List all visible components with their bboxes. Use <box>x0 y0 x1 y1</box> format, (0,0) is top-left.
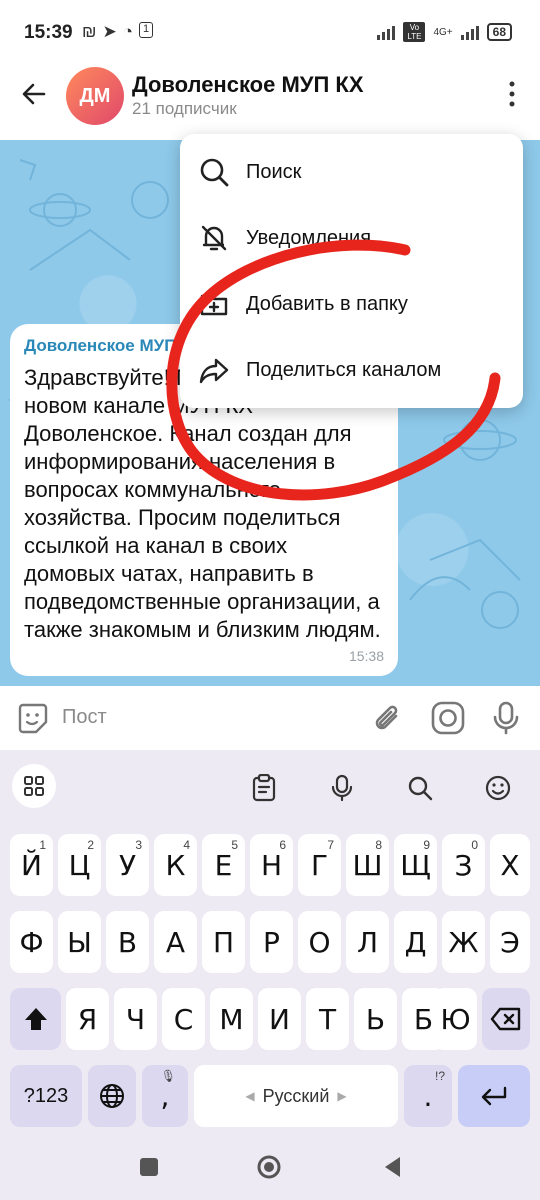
menu-item-label: Уведомления <box>246 226 372 249</box>
key[interactable]: О <box>298 911 341 973</box>
key[interactable]: Л <box>346 911 389 973</box>
key[interactable]: М <box>210 988 253 1050</box>
mic-hint-icon: 🎙 <box>160 1069 176 1083</box>
network-type: 4G+ <box>433 26 453 38</box>
key[interactable]: 0З <box>442 834 485 896</box>
home-circle-icon[interactable] <box>256 1154 282 1180</box>
nfc-icon: ₪ <box>82 22 97 41</box>
search-icon <box>200 158 229 187</box>
globe-icon <box>100 1084 124 1108</box>
recents-square-icon[interactable] <box>136 1154 162 1180</box>
key[interactable]: Р <box>250 911 293 973</box>
key[interactable]: 7Г <box>298 834 341 896</box>
menu-item-add-to-folder[interactable]: Добавить в папку <box>180 271 523 337</box>
shift-key[interactable] <box>10 988 61 1050</box>
chat-header: ДМ Доволенское МУП КХ 21 подписчик <box>0 62 540 140</box>
key[interactable]: Ы <box>58 911 101 973</box>
space-left-arrow-icon: ◀ <box>245 1089 255 1103</box>
key[interactable]: В <box>106 911 149 973</box>
channel-title[interactable]: Доволенское МУП КХ <box>132 72 364 98</box>
share-icon <box>199 358 229 384</box>
status-bar: 15:39 ₪ ➤ ◔ 1 Vo LTE 4G+ 68 <box>0 0 540 62</box>
message-input-bar: Пост <box>0 686 540 750</box>
volte-badge: Vo LTE <box>403 22 426 42</box>
telegram-icon: ➤ <box>102 22 117 41</box>
key[interactable]: 2Ц <box>58 834 101 896</box>
sticker-icon[interactable] <box>16 702 50 736</box>
signal-icon-2 <box>460 24 479 40</box>
notification-count-icon: 1 <box>138 22 154 38</box>
key[interactable]: 4К <box>154 834 197 896</box>
menu-item-notifications[interactable]: Уведомления <box>180 205 523 271</box>
enter-icon <box>481 1086 507 1106</box>
menu-item-label: Поиск <box>246 160 302 183</box>
status-notification-icons: ₪ ➤ ◔ 1 <box>82 22 154 42</box>
key[interactable]: Я <box>66 988 109 1050</box>
key[interactable]: Ю <box>434 988 477 1050</box>
key[interactable]: Э <box>490 911 530 973</box>
signal-icon <box>377 24 396 40</box>
keyboard-search-icon[interactable] <box>400 768 440 808</box>
space-right-arrow-icon: ▶ <box>337 1089 347 1103</box>
battery-icon: 68 <box>486 23 512 41</box>
keyboard: 1Й 2Ц 3У 4К 5Е 6Н 7Г 8Ш 9Щ 0З Х Ф Ы В А … <box>0 822 540 1134</box>
key[interactable]: П <box>202 911 245 973</box>
message-time: 15:38 <box>348 648 384 664</box>
key[interactable]: И <box>258 988 301 1050</box>
bell-off-icon <box>201 225 227 251</box>
camera-icon[interactable] <box>430 700 466 736</box>
period-key[interactable]: !? . <box>404 1065 452 1127</box>
space-key[interactable]: ◀ Русский ▶ <box>194 1065 398 1127</box>
key[interactable]: Т <box>306 988 349 1050</box>
back-triangle-icon[interactable] <box>380 1154 406 1180</box>
clipboard-icon[interactable] <box>244 768 284 808</box>
key[interactable]: 9Щ <box>394 834 437 896</box>
chat-icon: ◔ <box>122 22 133 41</box>
key[interactable]: 3У <box>106 834 149 896</box>
channel-menu: Поиск Уведомления Добавить в папку Подел… <box>180 134 523 408</box>
key[interactable]: Ь <box>354 988 397 1050</box>
voice-input-icon[interactable] <box>322 768 362 808</box>
back-arrow-icon[interactable] <box>20 80 48 108</box>
menu-item-label: Поделиться каналом <box>246 358 442 381</box>
status-time: 15:39 <box>24 22 73 43</box>
language-key[interactable] <box>88 1065 136 1127</box>
keyboard-toolbar <box>0 750 540 822</box>
attach-icon[interactable] <box>372 702 404 736</box>
emoji-icon[interactable] <box>478 768 518 808</box>
menu-item-search[interactable]: Поиск <box>180 139 523 205</box>
key[interactable]: А <box>154 911 197 973</box>
key[interactable]: Х <box>490 834 530 896</box>
backspace-key[interactable] <box>482 988 530 1050</box>
backspace-icon <box>490 1007 521 1031</box>
key[interactable]: Д <box>394 911 437 973</box>
key[interactable]: 5Е <box>202 834 245 896</box>
channel-avatar[interactable]: ДМ <box>66 67 124 125</box>
key[interactable]: 1Й <box>10 834 53 896</box>
system-nav-bar <box>0 1134 540 1200</box>
key[interactable]: Ф <box>10 911 53 973</box>
key[interactable]: Ж <box>442 911 485 973</box>
key[interactable]: 8Ш <box>346 834 389 896</box>
more-vertical-icon[interactable] <box>508 80 516 108</box>
channel-subscribers: 21 подписчик <box>132 99 237 118</box>
menu-item-label: Добавить в папку <box>246 292 408 315</box>
symbols-key[interactable]: ?123 <box>10 1065 82 1127</box>
comma-key[interactable]: 🎙 , <box>142 1065 188 1127</box>
apps-grid-icon[interactable] <box>12 764 56 808</box>
key[interactable]: 6Н <box>250 834 293 896</box>
status-right: Vo LTE 4G+ 68 <box>377 22 512 42</box>
key[interactable]: Ч <box>114 988 157 1050</box>
shift-arrow-icon <box>24 1008 47 1030</box>
key[interactable]: С <box>162 988 205 1050</box>
folder-add-icon <box>200 294 228 316</box>
enter-key[interactable] <box>458 1065 530 1127</box>
microphone-icon[interactable] <box>490 700 522 736</box>
post-input[interactable]: Пост <box>62 706 107 729</box>
menu-item-share-channel[interactable]: Поделиться каналом <box>180 337 523 403</box>
